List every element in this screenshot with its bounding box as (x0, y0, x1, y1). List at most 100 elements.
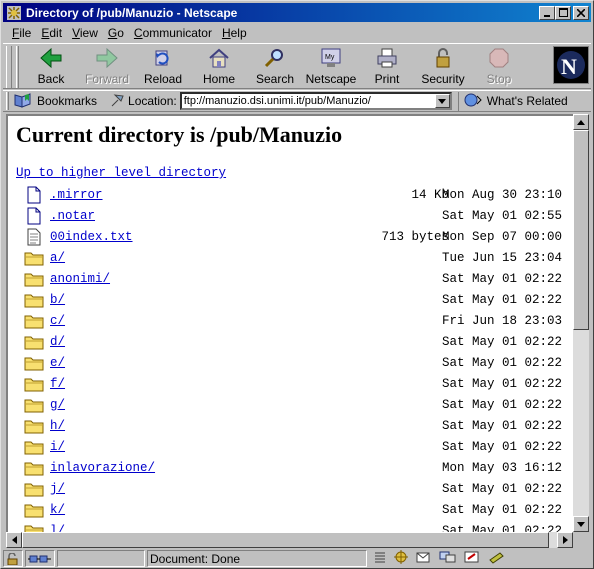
folder-icon[interactable] (24, 501, 44, 519)
minimize-button[interactable] (539, 5, 555, 20)
print-label: Print (374, 72, 400, 86)
security-button[interactable]: Security (415, 44, 471, 88)
file-icon[interactable] (24, 207, 44, 225)
file-link[interactable]: anonimi/ (50, 272, 110, 286)
file-date: Sat May 01 02:22 (442, 293, 563, 307)
discussion-icon[interactable] (439, 550, 457, 567)
netscape-app-icon[interactable] (6, 5, 22, 21)
page-proxy-icon[interactable] (109, 92, 125, 111)
file-date: Sat May 01 02:22 (442, 482, 563, 496)
folder-icon[interactable] (24, 291, 44, 309)
netscape-label: Netscape (305, 72, 357, 86)
security-lock-icon[interactable] (3, 550, 23, 567)
folder-icon[interactable] (24, 312, 44, 330)
my-netscape-icon: My (318, 46, 344, 70)
menu-edit[interactable]: Edit (36, 26, 67, 40)
toolbar-grip[interactable] (6, 46, 12, 88)
folder-icon[interactable] (24, 522, 44, 532)
home-button[interactable]: Home (191, 44, 247, 88)
file-link[interactable]: j/ (50, 482, 65, 496)
vertical-scroll-thumb[interactable] (573, 130, 589, 330)
file-link[interactable]: 00index.txt (50, 230, 133, 244)
file-link[interactable]: inlavorazione/ (50, 461, 155, 475)
file-row: .notar Sat May 01 02:55 (22, 205, 573, 226)
reload-button[interactable]: Reload (135, 44, 191, 88)
file-link[interactable]: c/ (50, 314, 65, 328)
file-link[interactable]: b/ (50, 293, 65, 307)
file-link[interactable]: l/ (50, 524, 65, 532)
menu-view[interactable]: View (67, 26, 103, 40)
search-button[interactable]: Search (247, 44, 303, 88)
folder-icon[interactable] (24, 270, 44, 288)
menu-go[interactable]: Go (103, 26, 129, 40)
file-link[interactable]: g/ (50, 398, 65, 412)
back-button[interactable]: Back (23, 44, 79, 88)
file-date: Sat May 01 02:22 (442, 398, 563, 412)
whats-related-button[interactable]: What's Related (457, 91, 568, 111)
file-link[interactable]: a/ (50, 251, 65, 265)
maximize-button[interactable] (555, 5, 571, 20)
file-date: Mon Sep 07 00:00 (442, 230, 563, 244)
stop-button[interactable]: Stop (471, 44, 527, 88)
scroll-left-button[interactable] (6, 532, 22, 548)
up-directory-link[interactable]: Up to higher level directory (16, 166, 226, 180)
file-row: e/Sat May 01 02:22 (22, 352, 573, 373)
composer-icon[interactable] (463, 550, 481, 567)
menu-help[interactable]: Help (217, 26, 252, 40)
navigator-icon[interactable] (393, 550, 409, 567)
folder-icon[interactable] (24, 249, 44, 267)
url-field[interactable]: ftp://manuzio.dsi.unimi.it/pub/Manuzio/ (179, 92, 452, 110)
file-link[interactable]: i/ (50, 440, 65, 454)
folder-icon[interactable] (24, 375, 44, 393)
reload-label: Reload (143, 72, 183, 86)
vertical-scrollbar[interactable] (573, 114, 589, 532)
horizontal-scrollbar[interactable] (6, 532, 573, 548)
file-link[interactable]: d/ (50, 335, 65, 349)
file-link[interactable]: e/ (50, 356, 65, 370)
file-date: Sat May 01 02:22 (442, 440, 563, 454)
folder-icon[interactable] (24, 459, 44, 477)
file-link[interactable]: .notar (50, 209, 95, 223)
list-icon[interactable] (373, 550, 387, 567)
folder-icon[interactable] (24, 480, 44, 498)
scroll-right-button[interactable] (557, 532, 573, 548)
print-button[interactable]: Print (359, 44, 415, 88)
file-date: Fri Jun 18 23:03 (442, 314, 563, 328)
toolbar-grip[interactable] (6, 92, 9, 110)
netscape-logo[interactable]: N (553, 46, 589, 84)
forward-button[interactable]: Forward (79, 44, 135, 88)
menu-bar: File Edit View Go Communicator Help (3, 23, 591, 42)
folder-icon[interactable] (24, 396, 44, 414)
folder-icon[interactable] (24, 354, 44, 372)
close-button[interactable] (573, 5, 589, 20)
navigation-toolbar: Back Forward Reload Home Search My Netsc… (3, 43, 591, 89)
forward-arrow-icon (94, 46, 120, 70)
file-link[interactable]: h/ (50, 419, 65, 433)
scroll-down-button[interactable] (573, 516, 589, 532)
file-row: inlavorazione/Mon May 03 16:12 (22, 457, 573, 478)
window-title: Directory of /pub/Manuzio - Netscape (26, 5, 238, 20)
folder-icon[interactable] (24, 438, 44, 456)
menu-communicator[interactable]: Communicator (129, 26, 217, 40)
netscape-button[interactable]: My Netscape (303, 44, 359, 88)
menu-file[interactable]: File (7, 26, 36, 40)
folder-icon[interactable] (24, 417, 44, 435)
url-text: ftp://manuzio.dsi.unimi.it/pub/Manuzio/ (183, 95, 371, 107)
file-date: Sat May 01 02:22 (442, 272, 563, 286)
connection-icon[interactable] (25, 550, 55, 567)
bookmarks-button[interactable]: Bookmarks (13, 92, 105, 111)
file-row: j/Sat May 01 02:22 (22, 478, 573, 499)
url-dropdown-button[interactable] (434, 94, 450, 108)
file-link[interactable]: k/ (50, 503, 65, 517)
scroll-up-button[interactable] (573, 114, 589, 130)
text-file-icon[interactable] (24, 228, 44, 246)
file-link[interactable]: .mirror (50, 188, 103, 202)
mail-icon[interactable] (415, 550, 433, 567)
file-icon[interactable] (24, 186, 44, 204)
toolbar-grip[interactable] (16, 46, 19, 88)
file-link[interactable]: f/ (50, 377, 65, 391)
address-book-icon[interactable] (487, 550, 505, 567)
horizontal-scroll-thumb[interactable] (22, 532, 549, 548)
file-date: Sat May 01 02:55 (442, 209, 563, 223)
folder-icon[interactable] (24, 333, 44, 351)
